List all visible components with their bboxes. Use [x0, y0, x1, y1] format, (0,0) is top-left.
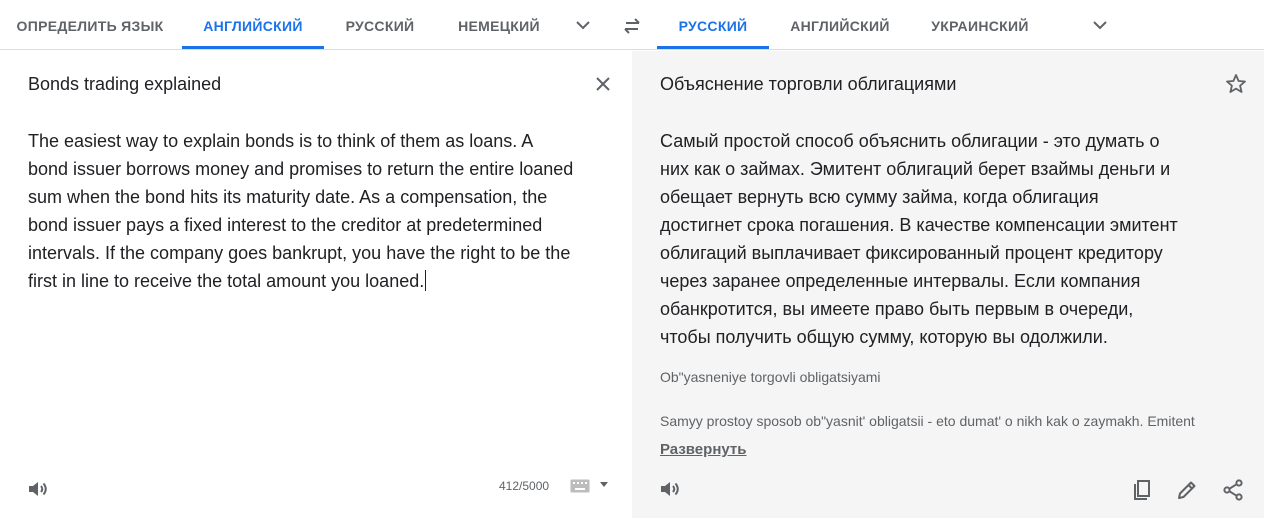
- source-line: bond issuer pays a fixed interest to the…: [28, 215, 543, 235]
- edit-translation-edit-icon[interactable]: [1175, 478, 1199, 502]
- source-line: intervals. If the company goes bankrupt,…: [28, 243, 571, 263]
- clear-source-close-icon[interactable]: [592, 73, 614, 95]
- listen-translation-speaker-icon[interactable]: [658, 477, 682, 501]
- transliteration-text: Samyy prostoy sposob ob"yasnit' obligats…: [660, 413, 1195, 429]
- tab-target-ukrainian[interactable]: УКРАИНСКИЙ: [918, 0, 1042, 49]
- translation-panel: Объяснение торговли облигациями Самый пр…: [632, 51, 1264, 518]
- input-tools-chevron-down-icon[interactable]: [600, 482, 608, 488]
- source-line-last: first in line to receive the total amoun…: [28, 267, 598, 295]
- translation-line: облигаций выплачивает фиксированный проц…: [660, 243, 1163, 263]
- translation-line: обанкротится, вы имеете право быть первы…: [660, 299, 1134, 319]
- swap-languages-icon[interactable]: [621, 15, 643, 37]
- character-counter: 412/5000: [499, 479, 550, 493]
- source-line: first in line to receive the total amoun…: [28, 271, 425, 291]
- translation-line: чтобы получить общую сумму, которую вы о…: [660, 327, 1108, 347]
- translation-title: Объяснение торговли облигациями: [660, 74, 957, 94]
- source-line: bond issuer borrows money and promises t…: [28, 159, 574, 179]
- tab-target-english[interactable]: АНГЛИЙСКИЙ: [778, 0, 902, 49]
- listen-source-speaker-icon[interactable]: [26, 477, 50, 501]
- target-more-languages-chevron-down-icon[interactable]: [1090, 15, 1110, 35]
- share-translation-share-icon[interactable]: [1221, 478, 1245, 502]
- save-translation-star-icon[interactable]: [1224, 72, 1248, 96]
- tab-target-russian[interactable]: РУССКИЙ: [657, 0, 769, 49]
- keyboard-icon[interactable]: [570, 479, 590, 493]
- source-line: sum when the bond hits its maturity date…: [28, 187, 548, 207]
- tab-source-german[interactable]: НЕМЕЦКИЙ: [444, 0, 554, 49]
- tab-detect-language[interactable]: ОПРЕДЕЛИТЬ ЯЗЫК: [10, 0, 170, 49]
- source-more-languages-chevron-down-icon[interactable]: [573, 15, 593, 35]
- copy-translation-copy-icon[interactable]: [1129, 478, 1153, 502]
- source-title: Bonds trading explained: [28, 74, 222, 94]
- text-cursor: [425, 270, 427, 291]
- translation-line: через заранее определенные интервалы. Ес…: [660, 271, 1141, 291]
- source-line: The easiest way to explain bonds is to t…: [28, 131, 534, 151]
- tab-source-russian[interactable]: РУССКИЙ: [332, 0, 428, 49]
- translation-line: Самый простой способ объяснить облигации…: [660, 131, 1160, 151]
- translation-line: них как о займах. Эмитент облигаций бере…: [660, 159, 1171, 179]
- tab-source-english[interactable]: АНГЛИЙСКИЙ: [182, 0, 324, 49]
- expand-transliteration-link[interactable]: Развернуть: [660, 441, 746, 458]
- source-text-input[interactable]: The easiest way to explain bonds is to t…: [28, 127, 598, 295]
- transliteration-title: Ob"yasneniye torgovli obligatsiyami: [660, 369, 881, 385]
- source-text-panel: Bonds trading explained The easiest way …: [0, 51, 632, 518]
- translation-text: Самый простой способ объяснить облигации…: [660, 127, 1208, 351]
- language-bar: ОПРЕДЕЛИТЬ ЯЗЫК АНГЛИЙСКИЙ РУССКИЙ НЕМЕЦ…: [0, 0, 1264, 50]
- translation-line: обещает вернуть всю сумму займа, когда о…: [660, 187, 1099, 207]
- translation-line: достигнет срока погашения. В качестве ко…: [660, 215, 1178, 235]
